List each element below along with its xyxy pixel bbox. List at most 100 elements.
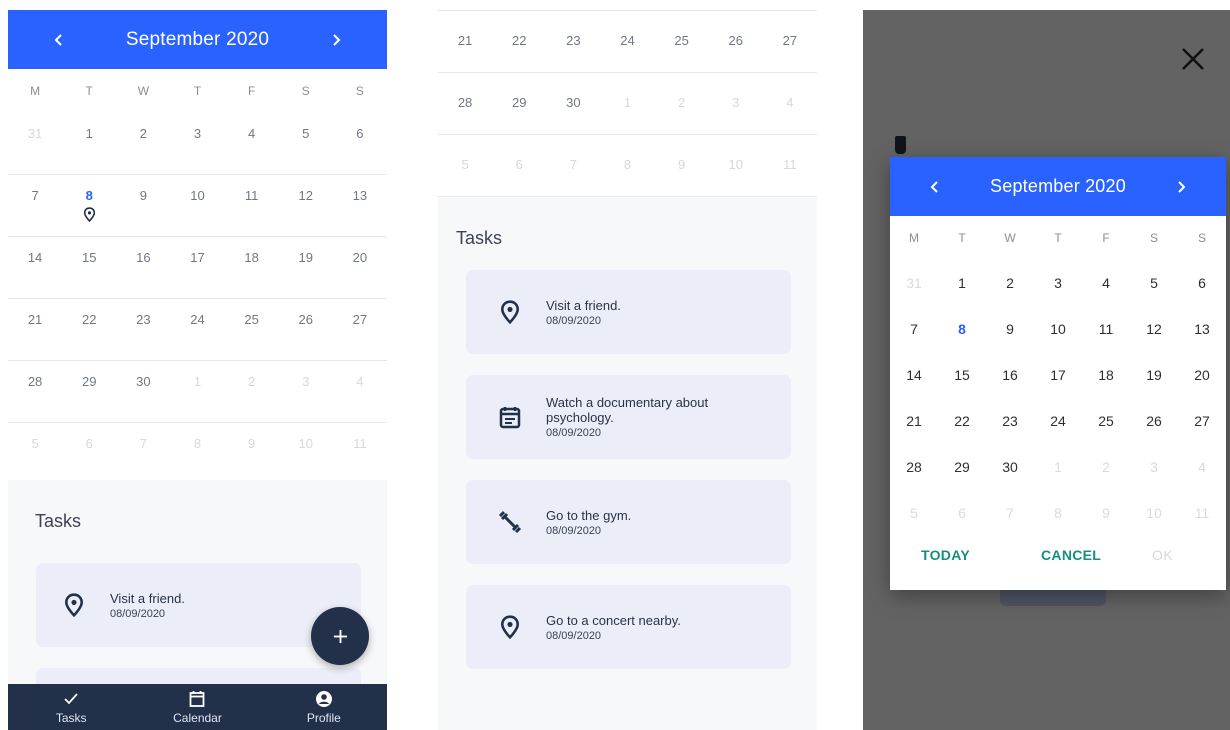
calendar-day[interactable]: 18 bbox=[225, 237, 279, 298]
calendar-day[interactable]: 4 bbox=[225, 113, 279, 174]
calendar-day[interactable]: 12 bbox=[279, 175, 333, 236]
calendar-day[interactable]: 24 bbox=[170, 299, 224, 360]
calendar-day[interactable]: 23 bbox=[986, 413, 1034, 429]
calendar-day[interactable]: 10 bbox=[279, 423, 333, 484]
calendar-day[interactable]: 1 bbox=[1034, 459, 1082, 475]
calendar-day[interactable]: 25 bbox=[1082, 413, 1130, 429]
close-icon[interactable] bbox=[1178, 44, 1208, 74]
calendar-day[interactable]: 3 bbox=[279, 361, 333, 422]
calendar-day[interactable]: 7 bbox=[8, 175, 62, 236]
calendar-day[interactable]: 14 bbox=[890, 367, 938, 383]
calendar-day[interactable]: 11 bbox=[1178, 505, 1226, 521]
calendar-day[interactable]: 18 bbox=[1082, 367, 1130, 383]
calendar-day[interactable]: 13 bbox=[1178, 321, 1226, 337]
next-month-button[interactable] bbox=[1166, 172, 1196, 202]
calendar-day[interactable]: 3 bbox=[170, 113, 224, 174]
calendar-day[interactable]: 2 bbox=[986, 275, 1034, 291]
calendar-day[interactable]: 12 bbox=[1130, 321, 1178, 337]
calendar-day[interactable]: 13 bbox=[333, 175, 387, 236]
calendar-day[interactable]: 23 bbox=[546, 11, 600, 72]
calendar-day[interactable]: 14 bbox=[8, 237, 62, 298]
calendar-day[interactable]: 2 bbox=[1082, 459, 1130, 475]
calendar-day[interactable]: 26 bbox=[279, 299, 333, 360]
prev-month-button[interactable] bbox=[44, 25, 74, 55]
calendar-day[interactable]: 16 bbox=[116, 237, 170, 298]
calendar-day[interactable]: 4 bbox=[1178, 459, 1226, 475]
calendar-day[interactable]: 27 bbox=[763, 11, 817, 72]
calendar-day[interactable]: 31 bbox=[890, 275, 938, 291]
calendar-day[interactable]: 9 bbox=[655, 135, 709, 196]
calendar-day[interactable]: 27 bbox=[1178, 413, 1226, 429]
task-card[interactable]: Watch a documentary about psychology. 08… bbox=[466, 375, 791, 459]
calendar-day[interactable]: 1 bbox=[600, 73, 654, 134]
calendar-day[interactable]: 20 bbox=[1178, 367, 1226, 383]
calendar-day[interactable]: 2 bbox=[225, 361, 279, 422]
nav-calendar[interactable]: Calendar bbox=[134, 684, 260, 730]
calendar-day[interactable]: 22 bbox=[62, 299, 116, 360]
calendar-day[interactable]: 19 bbox=[279, 237, 333, 298]
calendar-day[interactable]: 7 bbox=[890, 321, 938, 337]
calendar-day[interactable]: 21 bbox=[438, 11, 492, 72]
calendar-day[interactable]: 10 bbox=[1130, 505, 1178, 521]
nav-tasks[interactable]: Tasks bbox=[8, 684, 134, 730]
calendar-day[interactable]: 6 bbox=[333, 113, 387, 174]
calendar-day[interactable]: 29 bbox=[62, 361, 116, 422]
calendar-day[interactable]: 2 bbox=[655, 73, 709, 134]
calendar-day[interactable]: 24 bbox=[1034, 413, 1082, 429]
calendar-day[interactable]: 9 bbox=[1082, 505, 1130, 521]
calendar-day[interactable]: 30 bbox=[546, 73, 600, 134]
calendar-day-today[interactable]: 8 bbox=[938, 321, 986, 337]
calendar-day[interactable]: 4 bbox=[1082, 275, 1130, 291]
calendar-day[interactable]: 28 bbox=[890, 459, 938, 475]
calendar-day[interactable]: 11 bbox=[763, 135, 817, 196]
next-month-button[interactable] bbox=[321, 25, 351, 55]
calendar-day[interactable]: 3 bbox=[1130, 459, 1178, 475]
calendar-day[interactable]: 28 bbox=[8, 361, 62, 422]
calendar-day[interactable]: 30 bbox=[986, 459, 1034, 475]
calendar-day[interactable]: 3 bbox=[709, 73, 763, 134]
calendar-day[interactable]: 7 bbox=[986, 505, 1034, 521]
calendar-day[interactable]: 25 bbox=[225, 299, 279, 360]
task-card[interactable]: Go to the gym. 08/09/2020 bbox=[466, 480, 791, 564]
calendar-day[interactable]: 10 bbox=[170, 175, 224, 236]
calendar-day[interactable]: 8 bbox=[1034, 505, 1082, 521]
calendar-day[interactable]: 4 bbox=[763, 73, 817, 134]
cancel-button[interactable]: CANCEL bbox=[1041, 547, 1101, 563]
calendar-day[interactable]: 4 bbox=[333, 361, 387, 422]
calendar-day[interactable]: 10 bbox=[1034, 321, 1082, 337]
calendar-day[interactable]: 5 bbox=[438, 135, 492, 196]
calendar-day[interactable]: 1 bbox=[170, 361, 224, 422]
calendar-day[interactable]: 15 bbox=[62, 237, 116, 298]
calendar-day[interactable]: 15 bbox=[938, 367, 986, 383]
calendar-day[interactable]: 6 bbox=[1178, 275, 1226, 291]
calendar-day[interactable]: 16 bbox=[986, 367, 1034, 383]
calendar-day[interactable]: 5 bbox=[890, 505, 938, 521]
calendar-day[interactable]: 11 bbox=[333, 423, 387, 484]
calendar-day[interactable]: 1 bbox=[938, 275, 986, 291]
prev-month-button[interactable] bbox=[920, 172, 950, 202]
calendar-day[interactable]: 11 bbox=[225, 175, 279, 236]
calendar-day[interactable]: 2 bbox=[116, 113, 170, 174]
calendar-day[interactable]: 26 bbox=[709, 11, 763, 72]
calendar-day[interactable]: 5 bbox=[279, 113, 333, 174]
task-card[interactable]: Go to a concert nearby. 08/09/2020 bbox=[466, 585, 791, 669]
calendar-day[interactable]: 26 bbox=[1130, 413, 1178, 429]
calendar-day[interactable]: 27 bbox=[333, 299, 387, 360]
calendar-day[interactable]: 21 bbox=[8, 299, 62, 360]
calendar-day[interactable]: 21 bbox=[890, 413, 938, 429]
calendar-day[interactable]: 29 bbox=[492, 73, 546, 134]
calendar-day[interactable]: 24 bbox=[600, 11, 654, 72]
calendar-day[interactable]: 30 bbox=[116, 361, 170, 422]
calendar-day[interactable]: 20 bbox=[333, 237, 387, 298]
calendar-day[interactable]: 22 bbox=[492, 11, 546, 72]
calendar-day[interactable]: 23 bbox=[116, 299, 170, 360]
nav-profile[interactable]: Profile bbox=[261, 684, 387, 730]
calendar-day-today[interactable]: 8 bbox=[62, 175, 116, 236]
add-task-button[interactable] bbox=[311, 607, 369, 665]
calendar-day[interactable]: 3 bbox=[1034, 275, 1082, 291]
calendar-day[interactable]: 5 bbox=[1130, 275, 1178, 291]
calendar-day[interactable]: 17 bbox=[170, 237, 224, 298]
ok-button[interactable]: OK bbox=[1152, 547, 1173, 563]
calendar-day[interactable]: 17 bbox=[1034, 367, 1082, 383]
calendar-day[interactable]: 9 bbox=[116, 175, 170, 236]
